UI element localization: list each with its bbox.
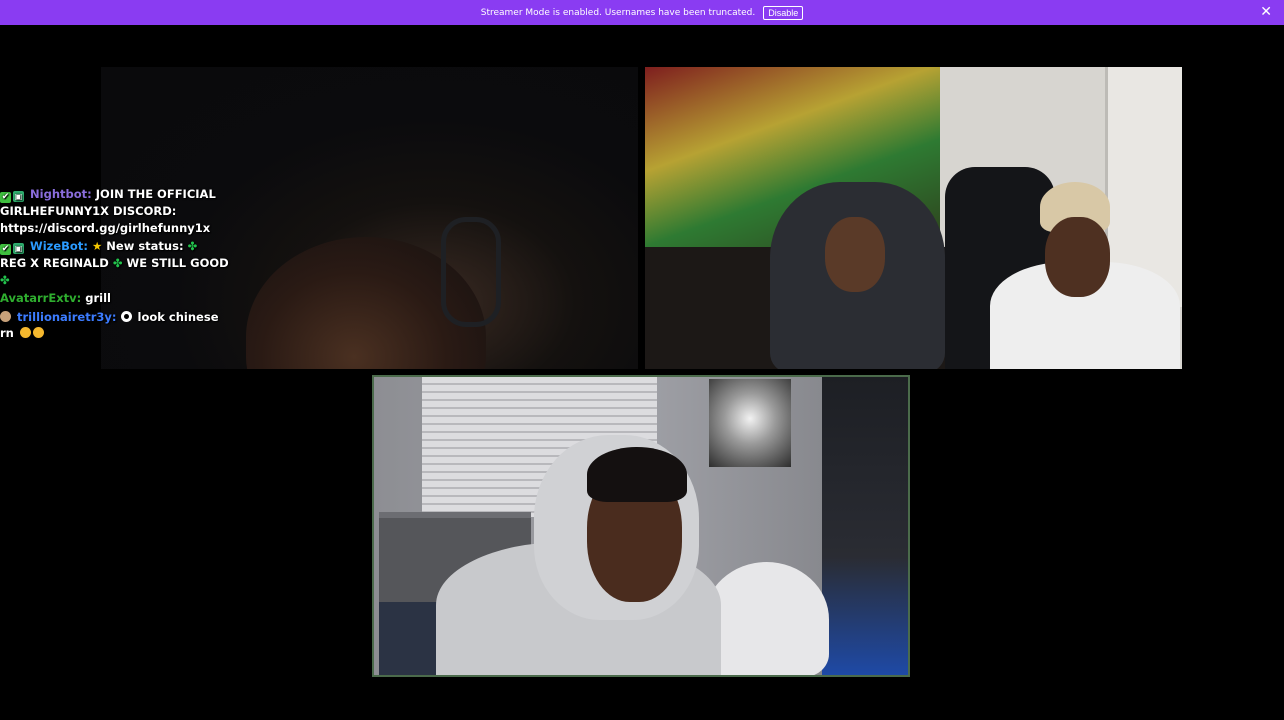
chat-message-link[interactable]: https://discord.gg/girlhefunny1x — [0, 221, 210, 235]
chat-username[interactable]: trillionairetr3y — [17, 310, 112, 324]
smile-emote-icon — [19, 327, 31, 338]
verified-check-badge: ✔ — [0, 244, 11, 255]
chat-message-text: WE STILL GOOD — [126, 256, 229, 270]
streamer-mode-message: Streamer Mode is enabled. Usernames have… — [480, 7, 756, 18]
white-chair — [704, 562, 829, 675]
person-face — [1045, 217, 1110, 297]
chat-username[interactable]: WizeBot — [30, 239, 83, 253]
streamer-mode-banner: Streamer Mode is enabled. Usernames have… — [0, 0, 1284, 25]
hanging-jacket — [822, 377, 908, 675]
clover-emote-icon: ✤ — [112, 256, 123, 270]
person-face — [825, 217, 885, 292]
chat-message-text: look chinese — [137, 309, 219, 324]
headset-icon — [441, 217, 501, 327]
clover-emote-icon: ✤ — [0, 272, 10, 287]
chat-message: AvatarrExtv: grill — [0, 291, 111, 305]
verified-check-badge: ✔ — [0, 192, 11, 203]
chat-message-text: rn — [0, 326, 14, 340]
chat-message: ✔ ▣ Nightbot: JOIN THE OFFICIAL GIRLHEFUN… — [0, 187, 216, 235]
chat-message-text: New status: — [106, 239, 184, 253]
chat-message-text: GIRLHEFUNNY1X DISCORD: — [0, 204, 177, 218]
disable-streamer-mode-button[interactable]: Disable — [763, 5, 804, 20]
close-icon[interactable]: ✕ — [1260, 4, 1272, 20]
star-emote-icon: ★ — [91, 239, 103, 253]
bot-badge: ▣ — [13, 191, 24, 202]
chat-message-text: grill — [85, 291, 111, 305]
webcam-tile-bottom-center[interactable] — [372, 375, 910, 677]
chat-message-text: REG X REGINALD — [0, 256, 109, 270]
person-hair — [587, 447, 687, 502]
bot-badge: ▣ — [13, 243, 24, 254]
chat-overlay: ✔ ▣ Nightbot: JOIN THE OFFICIAL GIRLHEFUN… — [0, 186, 290, 344]
smile-emote-icon — [32, 327, 44, 338]
chat-username[interactable]: Nightbot — [30, 187, 87, 201]
avatar-badge — [0, 310, 11, 322]
chat-message: trillionairetr3y: look chinese rn — [0, 309, 219, 340]
chat-username[interactable]: AvatarrExtv — [0, 291, 77, 305]
eye-emote-icon — [120, 310, 132, 322]
clover-emote-icon: ✤ — [187, 239, 198, 253]
wall-poster — [709, 379, 791, 467]
chat-message-text: JOIN THE OFFICIAL — [95, 187, 216, 201]
webcam-tile-top-right[interactable] — [645, 67, 1182, 369]
chat-message: ✔ ▣ WizeBot: ★ New status: ✤ REG X REGINA… — [0, 239, 229, 287]
